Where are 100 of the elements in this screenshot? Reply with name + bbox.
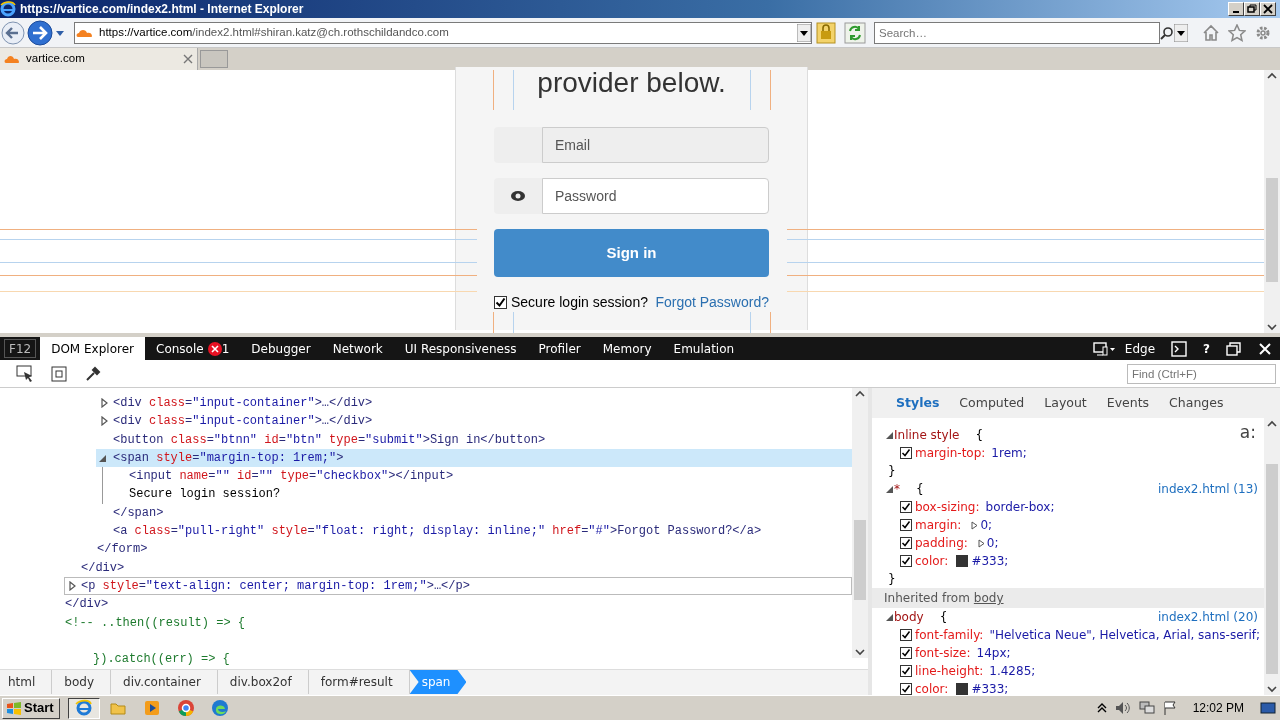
checkbox[interactable]	[900, 447, 912, 459]
restore-icon[interactable]	[1246, 3, 1258, 15]
css-property: font-size:	[915, 645, 971, 662]
dom-node[interactable]: <button class="btnn" id="btn" type="submit">Sign in</button>	[96, 430, 852, 449]
devtools-tab[interactable]: Profiler	[527, 337, 592, 360]
checkbox[interactable]	[900, 537, 912, 549]
tray-expand-icon[interactable]	[1096, 703, 1107, 713]
find-field[interactable]: Find (Ctrl+F)	[1127, 363, 1276, 384]
expand-arrow-icon[interactable]	[886, 484, 894, 494]
document-mode[interactable]: Edge	[1124, 339, 1156, 358]
dom-node[interactable]: <p style="text-align: center; margin-top: 1rem;">…</p>	[64, 576, 852, 596]
checkbox[interactable]	[900, 519, 912, 531]
css-value: 1rem;	[991, 445, 1027, 462]
search-dropdown-icon[interactable]	[1174, 23, 1188, 42]
media-player-icon[interactable]	[142, 699, 161, 717]
forgot-password-link[interactable]: Forgot Password?	[655, 292, 769, 313]
checkbox[interactable]	[900, 501, 912, 513]
search-field[interactable]: Search…	[874, 21, 1160, 44]
speaker-icon[interactable]	[1114, 701, 1131, 715]
scroll-down-icon[interactable]	[854, 646, 866, 658]
dom-node[interactable]: <input name="" id="" type="checkbox"></input>	[112, 467, 852, 486]
address-text: https://vartice.com/index2.html#shiran.katz@ch.rothschildandco.com	[99, 24, 449, 40]
expand-arrow-icon[interactable]	[886, 612, 894, 622]
box-model-icon[interactable]	[50, 364, 68, 383]
scroll-thumb[interactable]	[1266, 464, 1278, 674]
favorites-star-icon[interactable]	[1228, 23, 1246, 42]
sign-in-button[interactable]: Sign in	[494, 229, 769, 277]
browser-tab[interactable]: vartice.com	[0, 48, 198, 70]
dom-node[interactable]: <a class="pull-right" style="float: right; display: inline;" href="#">Forgot Password?</a>	[96, 522, 852, 541]
device-icon[interactable]	[1092, 341, 1117, 356]
devtools-tab[interactable]: Memory	[591, 337, 663, 360]
refresh-icon[interactable]	[844, 21, 866, 44]
devtools-tab[interactable]: Network	[321, 337, 394, 360]
checkbox[interactable]	[494, 296, 507, 309]
styles-tab[interactable]: Layout	[1034, 393, 1097, 413]
console-icon[interactable]	[1171, 340, 1188, 357]
devtools-tab[interactable]: DOM Explorer	[40, 337, 145, 360]
devtools-tab[interactable]: Emulation	[662, 337, 746, 360]
browser-logo-icon	[0, 1, 16, 17]
scrollbar[interactable]	[1264, 70, 1280, 333]
checkbox[interactable]	[900, 629, 912, 641]
home-icon[interactable]	[1202, 23, 1220, 42]
help-button[interactable]: ?	[1203, 339, 1210, 358]
styles-tab[interactable]: Changes	[1159, 393, 1234, 413]
expand-arrow-icon[interactable]	[886, 430, 894, 440]
devtools-tab[interactable]: UI Responsiveness	[393, 337, 528, 360]
source-link[interactable]: index2.html (13)	[1157, 480, 1258, 498]
eye-icon[interactable]	[510, 190, 526, 202]
show-desktop-icon[interactable]	[1260, 701, 1276, 715]
checkbox[interactable]	[900, 665, 912, 677]
source-link[interactable]: index2.html (20)	[1157, 608, 1258, 626]
dom-node[interactable]: <div class="input-container">…</div>	[96, 412, 852, 431]
text-input[interactable]: Password	[542, 178, 769, 214]
inherited-header: Inherited from body	[872, 588, 1264, 608]
scroll-down-icon[interactable]	[1266, 321, 1278, 333]
expand-arrow-icon[interactable]	[977, 538, 986, 548]
start-button[interactable]: Start	[2, 697, 60, 719]
dom-node[interactable]: <div class="input-container">…</div>	[96, 394, 852, 413]
styles-tab[interactable]: Events	[1096, 393, 1160, 413]
css-value: 0;	[980, 517, 993, 534]
pseudo-state-toggle[interactable]: a:	[1239, 420, 1256, 446]
color-swatch[interactable]	[956, 683, 969, 695]
brace: }	[887, 463, 897, 480]
scrollbar[interactable]	[852, 388, 868, 658]
checkbox[interactable]	[900, 683, 912, 695]
styles-tab[interactable]: Computed	[949, 393, 1035, 413]
dom-node[interactable]: <span style="margin-top: 1rem;">	[96, 448, 852, 468]
network-icon[interactable]	[1138, 701, 1155, 715]
css-value: 14px;	[976, 645, 1011, 662]
scroll-thumb[interactable]	[1266, 178, 1278, 282]
scroll-thumb[interactable]	[854, 520, 866, 600]
scrollbar[interactable]	[1264, 418, 1280, 695]
round-browser-icon[interactable]	[176, 699, 195, 717]
code-comment: <!-- ..then((result) => {	[64, 614, 247, 632]
css-selector: body	[894, 609, 924, 626]
expand-arrow-icon[interactable]	[971, 520, 980, 530]
flag-icon[interactable]	[1162, 701, 1177, 715]
address-field[interactable]: https://vartice.com/index2.html#shiran.katz@ch.rothschildandco.com	[74, 21, 812, 44]
browser-icon[interactable]	[74, 699, 93, 717]
dom-node[interactable]: Secure login session?	[112, 485, 852, 504]
forward-icon[interactable]	[26, 18, 54, 47]
close-icon[interactable]	[1262, 3, 1274, 15]
wave-browser-icon[interactable]	[210, 699, 229, 717]
checkbox[interactable]	[900, 647, 912, 659]
lock-icon[interactable]	[816, 21, 836, 44]
card-heading: provider below.	[536, 67, 727, 99]
css-value: "Helvetica Neue", Helvetica, Arial, sans-serif;	[989, 627, 1261, 644]
address-dropdown-icon[interactable]	[797, 23, 811, 42]
styles-tab[interactable]: Styles	[886, 393, 950, 413]
devtools-tab[interactable]: Debugger	[240, 337, 322, 360]
scroll-down-icon[interactable]	[1266, 683, 1278, 695]
close-tab-icon[interactable]	[183, 54, 193, 64]
checkbox[interactable]	[900, 555, 912, 567]
devtools-tab[interactable]: Console 1	[145, 337, 241, 360]
restore-icon[interactable]	[1226, 341, 1242, 356]
search-icon[interactable]	[1160, 25, 1174, 40]
back-icon[interactable]	[0, 19, 26, 46]
select-element-icon[interactable]	[16, 364, 34, 383]
color-swatch[interactable]	[956, 555, 969, 567]
checkbox-label: Secure login session?	[511, 293, 648, 312]
